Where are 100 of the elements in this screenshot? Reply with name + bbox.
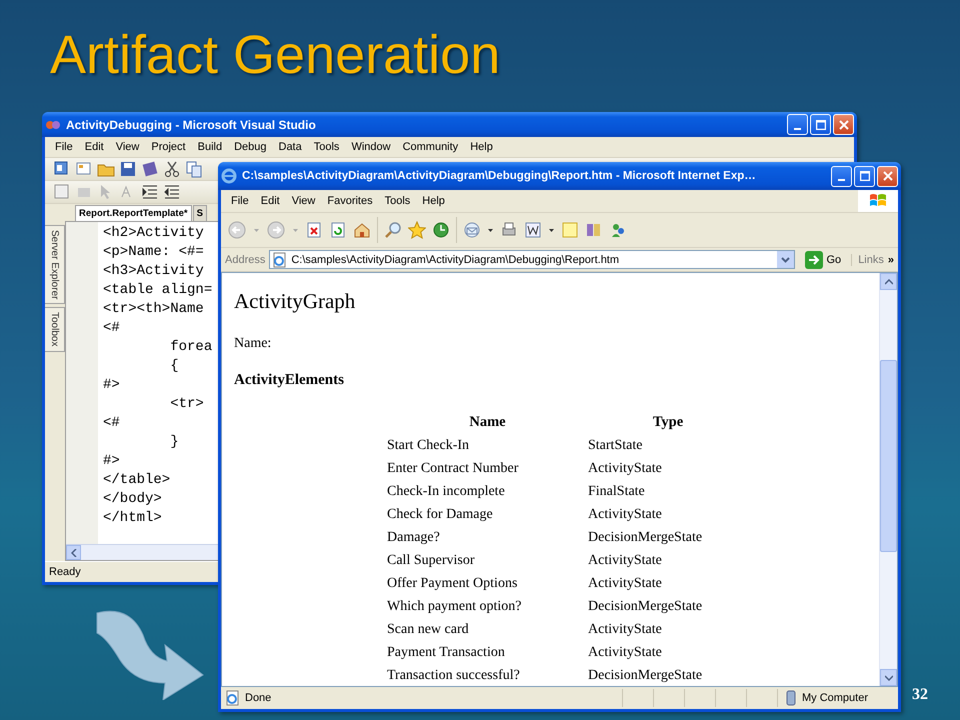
table-cell-text: FinalState — [588, 484, 646, 500]
table-cell-text: Call Supervisor — [387, 553, 476, 569]
caret-icon[interactable] — [548, 226, 555, 234]
computer-icon — [784, 690, 798, 706]
code-line: <tr> — [169, 395, 204, 414]
stop-icon[interactable] — [305, 221, 323, 239]
home-icon[interactable] — [353, 221, 371, 239]
menu-item[interactable]: Tools — [308, 141, 346, 153]
back-icon[interactable] — [227, 220, 247, 240]
code-line: #> — [103, 376, 120, 395]
code-line: forea — [169, 338, 212, 357]
section-heading: ActivityElements — [234, 372, 345, 389]
page-icon — [225, 690, 241, 706]
menu-item[interactable]: Data — [272, 141, 308, 153]
scroll-left-button[interactable] — [66, 545, 81, 560]
scrollbar-thumb[interactable] — [880, 360, 897, 552]
table-cell-text: Scan new card — [387, 622, 470, 638]
save-icon[interactable] — [119, 160, 137, 178]
table-cell-text: DecisionMergeState — [588, 668, 704, 684]
refresh-icon[interactable] — [329, 221, 347, 239]
code-line: <tr><th>Name — [103, 300, 204, 319]
menu-item[interactable]: Build — [192, 141, 228, 153]
menu-item[interactable]: Edit — [254, 195, 286, 207]
minimize-icon — [838, 179, 845, 181]
table-cell-text: DecisionMergeState — [588, 530, 704, 546]
indent-icon[interactable] — [141, 183, 159, 201]
table-cell-text: ActivityState — [588, 576, 663, 592]
menu-item[interactable]: File — [49, 141, 79, 153]
code-line: <p>Name: <#= — [103, 243, 204, 262]
copy-icon[interactable] — [185, 160, 203, 178]
document-tab[interactable]: S — [192, 205, 207, 221]
outdent-icon[interactable] — [163, 183, 181, 201]
forward-icon[interactable] — [266, 220, 286, 240]
menu-item[interactable]: Project — [145, 141, 192, 153]
maximize-icon — [816, 120, 826, 130]
menu-item[interactable]: File — [225, 195, 255, 207]
code-line: <# — [103, 414, 120, 433]
links-label[interactable]: Links — [851, 254, 884, 266]
address-label: Address — [225, 254, 266, 266]
mail-icon[interactable] — [463, 221, 481, 239]
menu-item[interactable]: Community — [396, 141, 464, 153]
close-button[interactable] — [877, 166, 898, 186]
name-label: Name: — [234, 336, 272, 352]
scroll-down-button[interactable] — [880, 669, 897, 686]
star-icon[interactable] — [408, 221, 426, 239]
links-more[interactable]: » — [888, 254, 896, 266]
edit-icon[interactable] — [524, 221, 542, 239]
table-cell-text: DecisionMergeState — [588, 599, 704, 615]
caret-icon[interactable] — [487, 226, 494, 234]
menu-item[interactable]: Help — [416, 195, 451, 207]
menu-item[interactable]: Help — [464, 141, 499, 153]
menu-item[interactable]: Favorites — [321, 195, 379, 207]
code-line: #> — [103, 452, 120, 471]
side-tab[interactable]: Toolbox — [45, 307, 65, 352]
history-icon[interactable] — [432, 221, 450, 239]
menu-item[interactable]: Debug — [228, 141, 272, 153]
table-cell-text: ActivityState — [588, 645, 663, 661]
table-cell-text: Which payment option? — [387, 599, 523, 615]
table-cell-text: Enter Contract Number — [387, 461, 520, 477]
status-text: Ready — [49, 566, 81, 578]
window-title: C:\samples\ActivityDiagram\ActivityDiagram\Debugging\Report.htm - Microsoft Internet Exp… — [242, 170, 757, 182]
search-icon[interactable] — [384, 221, 402, 239]
table-cell-text: Check-In incomplete — [387, 484, 506, 500]
go-button[interactable]: Go — [798, 250, 848, 268]
table-cell-text: Start Check-In — [387, 438, 470, 454]
address-text: C:\samples\ActivityDiagram\ActivityDiagram\Debugging\Report.htm — [291, 254, 620, 266]
code-line: </table> — [103, 471, 170, 490]
side-tab[interactable]: Server Explorer — [45, 225, 65, 304]
code-line: <h2>Activity — [103, 224, 204, 243]
maximize-button[interactable] — [810, 114, 831, 135]
code-line: { — [169, 357, 179, 376]
minimize-icon — [794, 128, 801, 130]
close-icon — [882, 171, 892, 181]
code-line: <h3>Activity — [103, 262, 204, 281]
code-line: <table align= — [103, 281, 212, 300]
maximize-button[interactable] — [854, 166, 875, 186]
table-cell-text: ActivityState — [588, 622, 663, 638]
menu-item[interactable]: Tools — [378, 195, 416, 207]
close-button[interactable] — [833, 114, 854, 135]
cut-icon[interactable] — [163, 160, 181, 178]
address-field[interactable]: C:\samples\ActivityDiagram\ActivityDiagram\Debugging\Report.htm — [269, 250, 794, 269]
minimize-button[interactable] — [787, 114, 808, 135]
scroll-up-button[interactable] — [880, 273, 897, 290]
column-header: Type — [652, 414, 684, 431]
table-cell-text: Transaction successful? — [387, 668, 521, 684]
menu-item[interactable]: View — [110, 141, 146, 153]
document-tab[interactable]: Report.ReportTemplate* — [75, 205, 192, 221]
minimize-button[interactable] — [831, 166, 852, 186]
code-line: <# — [103, 319, 120, 338]
code-line: </body> — [103, 490, 162, 509]
table-cell-text: StartState — [588, 438, 644, 454]
table-cell-text: ActivityState — [588, 461, 663, 477]
dropdown-icon[interactable] — [776, 251, 794, 268]
table-cell-text: Damage? — [387, 530, 441, 546]
page-icon — [272, 252, 288, 268]
table-cell-text: Payment Transaction — [387, 645, 506, 661]
close-icon — [838, 120, 848, 130]
menu-item[interactable]: Window — [345, 141, 397, 153]
menu-item[interactable]: Edit — [78, 141, 110, 153]
menu-item[interactable]: View — [286, 195, 322, 207]
